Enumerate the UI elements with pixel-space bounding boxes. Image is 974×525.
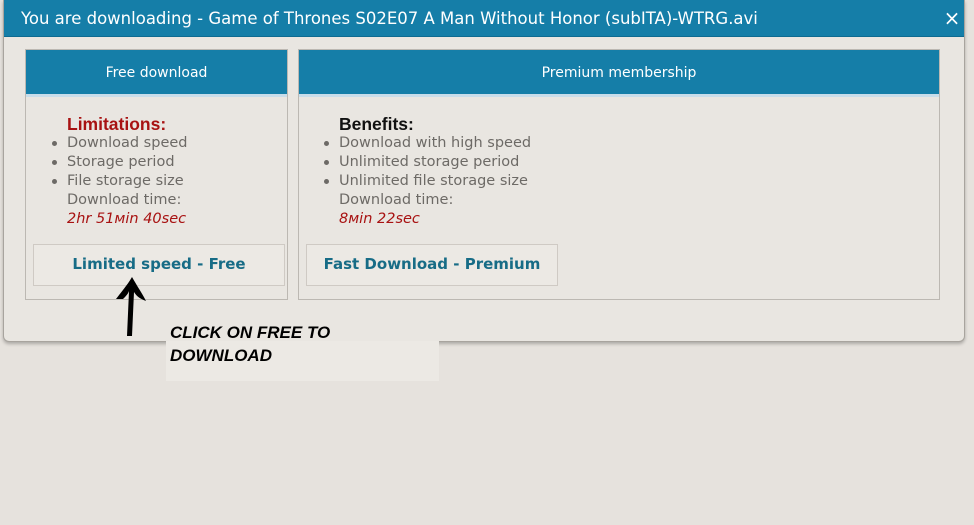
benefits-heading: Benefits: xyxy=(339,114,414,134)
benefit-item: Download with high speed xyxy=(324,134,531,153)
dialog-title: You are downloading - Game of Thrones S0… xyxy=(21,9,758,28)
free-download-time-value: 2hr 51мin 40sec xyxy=(67,211,187,227)
fast-download-premium-button[interactable]: Fast Download - Premium xyxy=(306,244,558,286)
benefit-item: Unlimited storage period xyxy=(324,153,531,172)
free-download-header: Free download xyxy=(26,50,287,97)
benefit-item: Unlimited file storage size xyxy=(324,172,531,191)
free-download-time-label: Download time: xyxy=(67,192,182,208)
premium-download-time-label: Download time: xyxy=(339,192,454,208)
close-icon[interactable]: × xyxy=(940,5,964,31)
dialog-titlebar: You are downloading - Game of Thrones S0… xyxy=(4,0,964,37)
premium-membership-panel: Premium membership Benefits: Download wi… xyxy=(298,49,940,300)
limited-speed-free-button[interactable]: Limited speed - Free xyxy=(33,244,285,286)
benefits-list: Download with high speed Unlimited stora… xyxy=(324,134,531,191)
arrow-up-icon xyxy=(116,277,146,336)
limitations-heading: Limitations: xyxy=(67,114,167,134)
premium-membership-header: Premium membership xyxy=(299,50,939,97)
premium-download-time-value: 8мin 22sec xyxy=(339,211,420,227)
limitation-item: File storage size xyxy=(52,172,188,191)
limitation-item: Storage period xyxy=(52,153,188,172)
limitations-list: Download speed Storage period File stora… xyxy=(52,134,188,191)
free-download-panel: Free download Limitations: Download spee… xyxy=(25,49,288,300)
annotation-text: CLICK ON FREE TO DOWNLOAD xyxy=(170,323,331,365)
limitation-item: Download speed xyxy=(52,134,188,153)
